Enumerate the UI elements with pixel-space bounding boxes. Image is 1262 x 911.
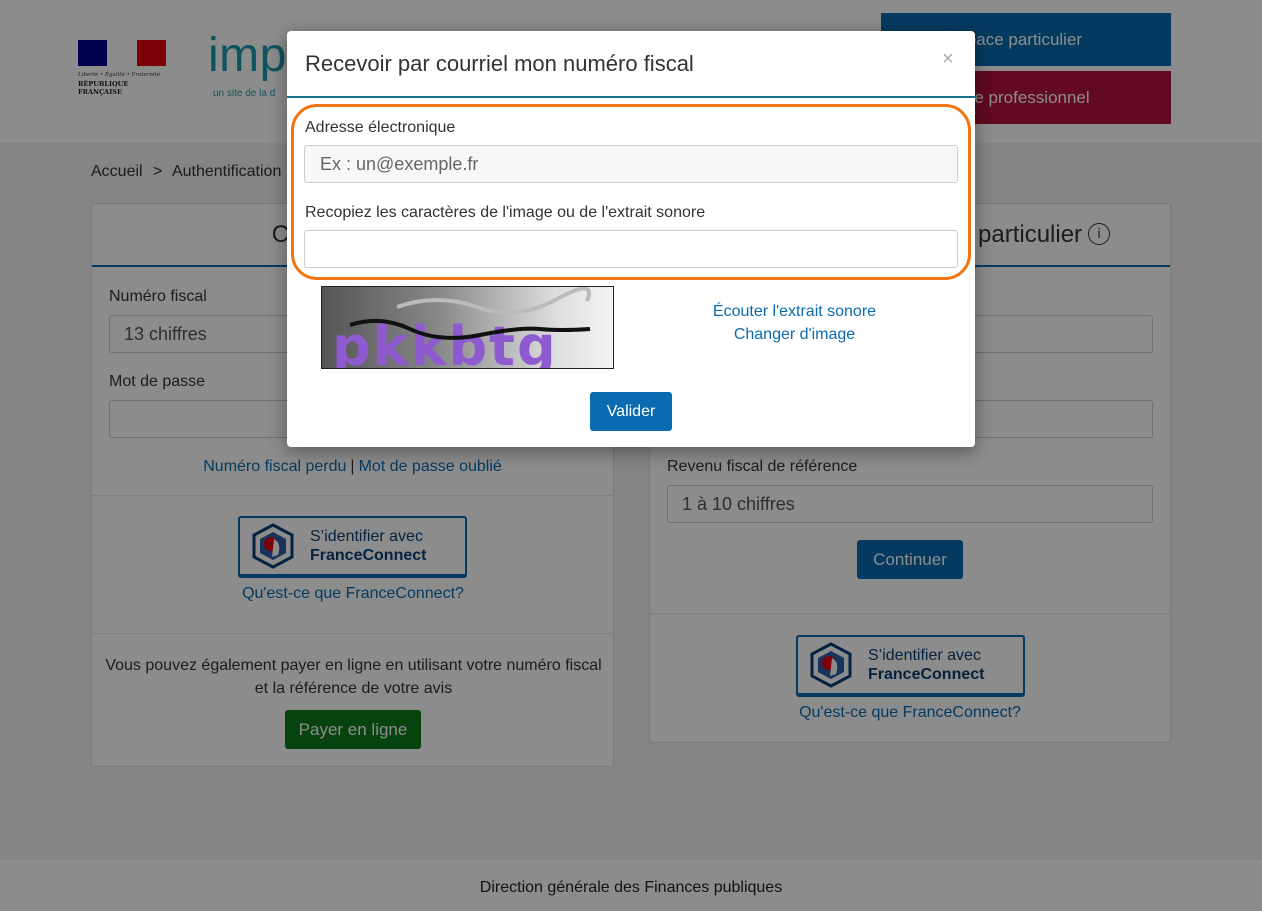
validate-button[interactable]: Valider [590, 392, 672, 431]
listen-audio-link[interactable]: Écouter l'extrait sonore [707, 303, 882, 321]
captcha-image: pkkbtg [321, 286, 614, 369]
email-fiscal-number-modal: Recevoir par courriel mon numéro fiscal … [287, 31, 975, 447]
modal-divider [287, 96, 975, 98]
highlight-annotation [291, 104, 971, 280]
close-icon[interactable]: × [942, 48, 954, 71]
change-image-link[interactable]: Changer d'image [707, 326, 882, 344]
modal-title: Recevoir par courriel mon numéro fiscal [305, 51, 694, 76]
